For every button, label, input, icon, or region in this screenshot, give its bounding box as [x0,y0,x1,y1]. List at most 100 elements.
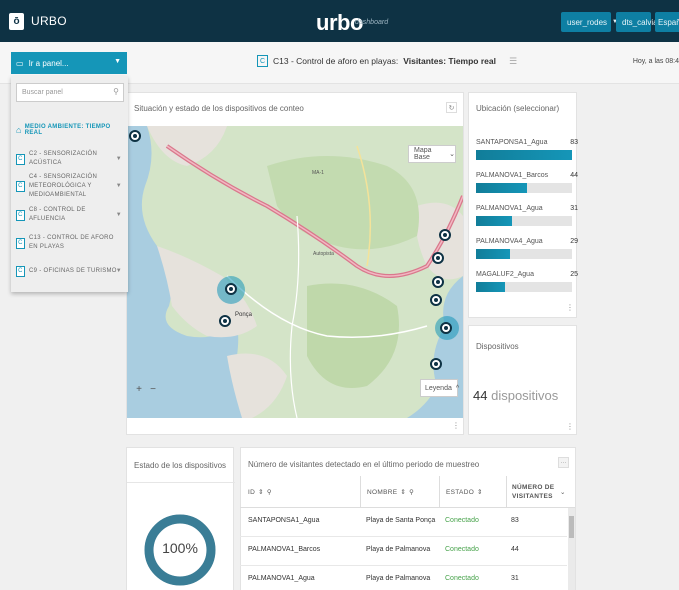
location-card: Ubicación (seleccionar) SANTAPONSA1_Agua… [468,92,578,318]
dropdown-item[interactable]: C C4 - SENSORIZACIÓN METEOROLÓGICA Y MEDI… [11,172,128,200]
location-item[interactable]: PALMANOVA1_Barcos 44 [476,172,578,193]
column-status[interactable]: ESTADO ⇕ [439,476,505,508]
map[interactable]: Mapa Base ⌄ Leyenda ^ + − Ponça MA-1 Aut… [127,126,463,418]
dropdown-item[interactable]: C C2 - SENSORIZACIÓN ACÚSTICA ▼ [11,150,128,168]
device-pin[interactable] [432,276,444,288]
panel-search-placeholder: Buscar panel [22,89,63,96]
location-bar-track [476,183,572,193]
app-logo-icon[interactable]: ō [9,13,24,30]
location-item[interactable]: PALMANOVA4_Agua 29 [476,238,578,259]
chevron-down-icon[interactable]: ⌄ [560,488,566,496]
device-pin[interactable] [129,130,141,142]
status-card-title: Estado de los dispositivos [134,461,227,470]
legend-button[interactable]: Leyenda ^ [420,379,460,397]
status-percent: 100% [162,540,198,556]
cell-id: PALMANOVA1_Barcos [248,546,321,553]
column-visitors[interactable]: NÚMERO DE VISITANTES ⌄ [506,476,568,508]
base-map-button[interactable]: Mapa Base ⌄ [408,145,456,163]
list-icon[interactable]: ☰ [509,56,517,67]
search-icon[interactable]: ⚲ [267,488,272,496]
panel-code-icon: C [16,265,25,277]
visitors-card-title: Número de visitantes detectado en el últ… [248,460,480,469]
sort-icon[interactable]: ⇕ [477,488,483,496]
dropdown-item-label: C13 - CONTROL DE AFORO EN PLAYAS [29,235,114,250]
cell-status: Conectado [445,546,479,553]
search-icon[interactable]: ⚲ [409,488,414,496]
devices-card: Dispositivos 44 dispositivos ⋮ [468,325,577,435]
device-pin[interactable] [439,229,451,241]
location-value: 83 [570,139,578,146]
dropdown-item[interactable]: C C9 - OFICINAS DE TURISMO ▼ [11,262,128,280]
device-pin[interactable] [219,315,231,327]
sort-icon[interactable]: ⇕ [258,488,264,496]
dropdown-item[interactable]: C C8 - CONTROL DE AFLUENCIA ▼ [11,206,128,224]
panel-search-input[interactable]: Buscar panel ⚲ [16,83,124,102]
monitor-icon: ▭ [16,58,24,68]
zoom-out-button[interactable]: − [147,383,159,395]
more-options-icon[interactable]: ⋮ [452,421,460,430]
cell-visitors: 31 [511,575,519,582]
dropdown-item-active[interactable]: ⌂ MEDIO AMBIENTE: TIEMPO REAL [11,122,128,138]
panel-badge-icon: C [257,55,268,67]
city-button[interactable]: dts_calvia [616,12,658,32]
cell-name: Playa de Santa Ponça [366,517,436,524]
cell-visitors: 83 [511,517,519,524]
location-item[interactable]: MAGALUF2_Agua 25 [476,271,578,292]
dropdown-item-label: C2 - SENSORIZACIÓN ACÚSTICA [29,151,98,166]
chevron-down-icon: ▼ [115,268,122,274]
device-pin[interactable] [430,358,442,370]
location-item[interactable]: SANTAPONSA1_Agua 83 [476,139,578,160]
dropdown-item[interactable]: C C13 - CONTROL DE AFORO EN PLAYAS [11,234,128,252]
location-bar-fill [476,183,527,193]
more-options-icon[interactable]: ··· [558,457,569,468]
panel-select[interactable]: ▭ Ir a panel... ▼ [11,52,127,74]
devices-count-number: 44 [473,388,488,403]
scrollbar-thumb[interactable] [569,516,574,538]
location-bar-fill [476,249,510,259]
more-options-icon[interactable]: ⋮ [566,303,574,312]
column-status-label: ESTADO [446,488,475,496]
location-value: 25 [570,271,578,278]
devices-card-title: Dispositivos [476,342,519,351]
more-options-icon[interactable]: ⋮ [566,422,574,431]
device-pin[interactable] [440,322,452,334]
language-button[interactable]: Españ [655,12,679,32]
location-item[interactable]: PALMANOVA1_Agua 31 [476,205,578,226]
location-bar-fill [476,216,512,226]
last-update: Hoy, a las 08:4 [632,58,679,65]
devices-count-unit: dispositivos [491,388,559,403]
device-pin[interactable] [432,252,444,264]
refresh-icon[interactable]: ↻ [446,102,457,113]
column-name[interactable]: NOMBRE ⇕ ⚲ [360,476,436,508]
dropdown-item-label: C8 - CONTROL DE AFLUENCIA [29,207,86,222]
table-row[interactable]: PALMANOVA1_Agua Playa de Palmanova Conecta… [240,566,567,590]
search-icon: ⚲ [113,87,119,96]
chevron-up-icon: ^ [455,384,460,392]
sort-icon[interactable]: ⇕ [400,488,406,496]
location-bar-fill [476,282,505,292]
table-row[interactable]: SANTAPONSA1_Agua Playa de Santa Ponça Cone… [240,508,567,537]
location-bar-track [476,150,572,160]
panel-dropdown: Buscar panel ⚲ ⌂ MEDIO AMBIENTE: TIEMPO … [11,76,128,292]
cell-id: PALMANOVA1_Agua [248,575,315,582]
location-name: MAGALUF2_Agua [476,271,534,278]
location-bar-fill [476,150,572,160]
zoom-in-button[interactable]: + [133,383,145,395]
page-title: C C13 - Control de aforo en playas: Visi… [257,55,517,67]
table-row[interactable]: PALMANOVA1_Barcos Playa de Palmanova Conec… [240,537,567,566]
device-pin[interactable] [225,283,237,295]
city-label: dts_calvia [622,17,658,27]
cell-name: Playa de Palmanova [366,575,431,582]
page-title-bold: Visitantes: Tiempo real [403,56,496,66]
column-name-label: NOMBRE [367,488,398,496]
map-canvas [127,126,463,418]
chevron-down-icon: ⌄ [449,151,455,158]
table-scrollbar[interactable] [568,508,575,590]
user-menu-button[interactable]: user_rodes ▼ [561,12,618,32]
column-id-label: ID [248,488,256,496]
home-icon: ⌂ [16,125,22,135]
device-pin[interactable] [430,294,442,306]
page-title-prefix: C13 - Control de aforo en playas: [273,56,399,66]
location-name: PALMANOVA4_Agua [476,238,543,245]
column-id[interactable]: ID ⇕ ⚲ [248,476,358,508]
